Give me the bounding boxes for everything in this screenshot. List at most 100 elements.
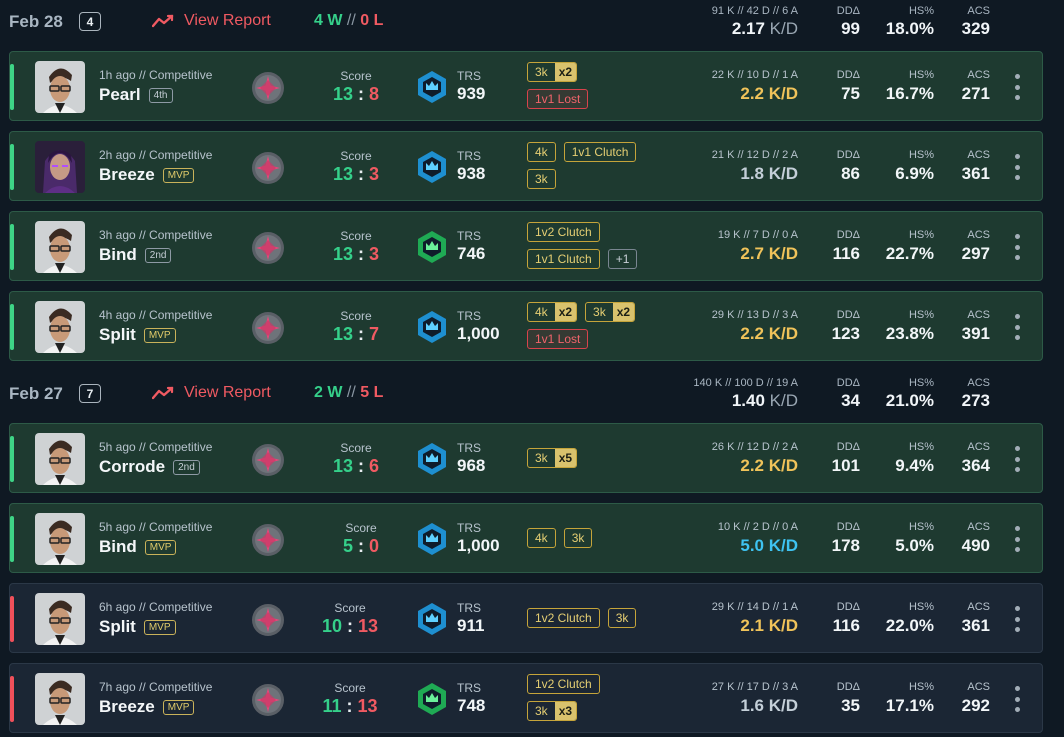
losses: 5 L	[360, 384, 384, 401]
more-vertical-icon[interactable]	[1007, 526, 1027, 552]
agent-role-icon	[252, 684, 284, 716]
more-vertical-icon[interactable]	[1007, 686, 1027, 712]
trs-label: TRS	[457, 601, 481, 615]
dd-value: 116	[832, 616, 860, 635]
tag-label: 3k	[535, 704, 548, 718]
hs-label: HS%	[908, 441, 934, 453]
trs-label: TRS	[457, 309, 481, 323]
match-score: 11 : 13	[322, 696, 378, 716]
placement-badge: 2nd	[173, 459, 200, 475]
dd-value: 178	[831, 536, 860, 555]
result-strip	[10, 224, 14, 270]
match-kda: 22 K // 10 D // 1 A	[711, 69, 798, 81]
dd-value: 116	[832, 244, 860, 263]
win-loss-summary: 2 W // 5 L	[314, 384, 383, 402]
acs-label: ACS	[967, 441, 990, 453]
tag-multiplier: x2	[554, 63, 577, 81]
hs-label: HS%	[908, 681, 934, 693]
match-card-split[interactable]: 6h ago // Competitive Split MVP Score 10 …	[9, 583, 1043, 653]
hs-label: HS%	[908, 521, 934, 533]
score-label: Score	[340, 69, 372, 83]
match-card-bind[interactable]: 3h ago // Competitive Bind 2nd Score 13 :…	[9, 211, 1043, 281]
hs-label: HS%	[908, 229, 934, 241]
highlight-tag: 4k	[527, 528, 556, 548]
acs-value: 361	[961, 616, 990, 635]
highlight-tag: 4k x2	[527, 302, 578, 322]
highlight-tag: 1v2 Clutch	[527, 608, 600, 628]
acs-value: 361	[961, 164, 990, 183]
match-kd: 1.6 K/D	[740, 696, 798, 715]
hs-value: 9.4%	[895, 456, 934, 475]
dd-value: 123	[831, 324, 860, 343]
day-dd: 99	[841, 19, 860, 38]
acs-label: ACS	[967, 309, 990, 321]
match-count-badge: 4	[79, 12, 101, 31]
day-acs-label: ACS	[967, 377, 990, 389]
match-card-breeze[interactable]: 2h ago // Competitive Breeze MVP Score 13…	[9, 131, 1043, 201]
match-card-bind[interactable]: 5h ago // Competitive Bind MVP Score 5 : …	[9, 503, 1043, 573]
match-kd: 1.8 K/D	[740, 164, 798, 183]
match-card-pearl[interactable]: 1h ago // Competitive Pearl 4th Score 13 …	[9, 51, 1043, 121]
day-kda: 140 K // 100 D // 19 A	[693, 377, 798, 389]
rank-icon	[418, 523, 446, 555]
acs-value: 490	[961, 536, 990, 555]
map-label: Corrode	[99, 457, 166, 476]
score-enemy: 13	[358, 616, 379, 636]
rank-icon	[418, 71, 446, 103]
highlight-tag: 4k	[527, 142, 556, 162]
match-card-corrode[interactable]: 5h ago // Competitive Corrode 2nd Score 1…	[9, 423, 1043, 493]
trs-value: 1,000	[457, 536, 500, 555]
win-loss-summary: 4 W // 0 L	[314, 12, 383, 30]
view-report-button[interactable]: View Report	[152, 384, 271, 402]
trs-label: TRS	[457, 69, 481, 83]
match-card-breeze[interactable]: 7h ago // Competitive Breeze MVP Score 11…	[9, 663, 1043, 733]
day-date: Feb 28	[9, 12, 63, 31]
match-meta: 4h ago // Competitive	[99, 308, 213, 322]
acs-label: ACS	[967, 149, 990, 161]
match-meta: 1h ago // Competitive	[99, 68, 213, 82]
tag-label: 1v1 Lost	[535, 332, 581, 346]
map-name: Breeze MVP	[99, 697, 195, 717]
rank-icon	[418, 151, 446, 183]
match-score: 13 : 6	[332, 456, 380, 476]
highlight-tag: 1v2 Clutch	[527, 222, 600, 242]
match-card-split[interactable]: 4h ago // Competitive Split MVP Score 13 …	[9, 291, 1043, 361]
acs-label: ACS	[967, 521, 990, 533]
score-team: 10	[321, 616, 342, 636]
hs-label: HS%	[908, 601, 934, 613]
more-vertical-icon[interactable]	[1007, 154, 1027, 180]
map-label: Pearl	[99, 85, 141, 104]
match-meta: 5h ago // Competitive	[99, 520, 213, 534]
result-strip	[10, 436, 14, 482]
more-vertical-icon[interactable]	[1007, 74, 1027, 100]
more-vertical-icon[interactable]	[1007, 234, 1027, 260]
match-meta: 3h ago // Competitive	[99, 228, 213, 242]
score-enemy: 3	[369, 244, 380, 264]
dd-value: 86	[841, 164, 860, 183]
agent-role-icon	[252, 444, 284, 476]
acs-label: ACS	[967, 601, 990, 613]
view-report-label: View Report	[184, 384, 271, 401]
match-kd: 2.7 K/D	[740, 244, 798, 263]
match-kda: 29 K // 13 D // 3 A	[711, 309, 798, 321]
map-label: Bind	[99, 245, 137, 264]
losses: 0 L	[360, 12, 384, 29]
clutch-lost-tag: 1v1 Lost	[527, 89, 589, 109]
trs-value: 938	[457, 164, 486, 183]
match-count-badge: 7	[79, 384, 101, 403]
day-hs: 18.0%	[885, 19, 934, 38]
view-report-label: View Report	[184, 12, 271, 29]
dd-label: DDΔ	[836, 229, 860, 241]
dd-label: DDΔ	[836, 69, 860, 81]
day-dd-label: DDΔ	[836, 5, 860, 17]
tag-label: 3k	[571, 531, 585, 545]
agent-role-icon	[252, 72, 284, 104]
match-kda: 26 K // 12 D // 2 A	[711, 441, 798, 453]
map-name: Split MVP	[99, 617, 176, 637]
more-vertical-icon[interactable]	[1007, 606, 1027, 632]
hs-label: HS%	[908, 149, 934, 161]
view-report-button[interactable]: View Report	[152, 12, 271, 30]
more-vertical-icon[interactable]	[1007, 314, 1027, 340]
agent-role-icon	[252, 312, 284, 344]
more-vertical-icon[interactable]	[1007, 446, 1027, 472]
